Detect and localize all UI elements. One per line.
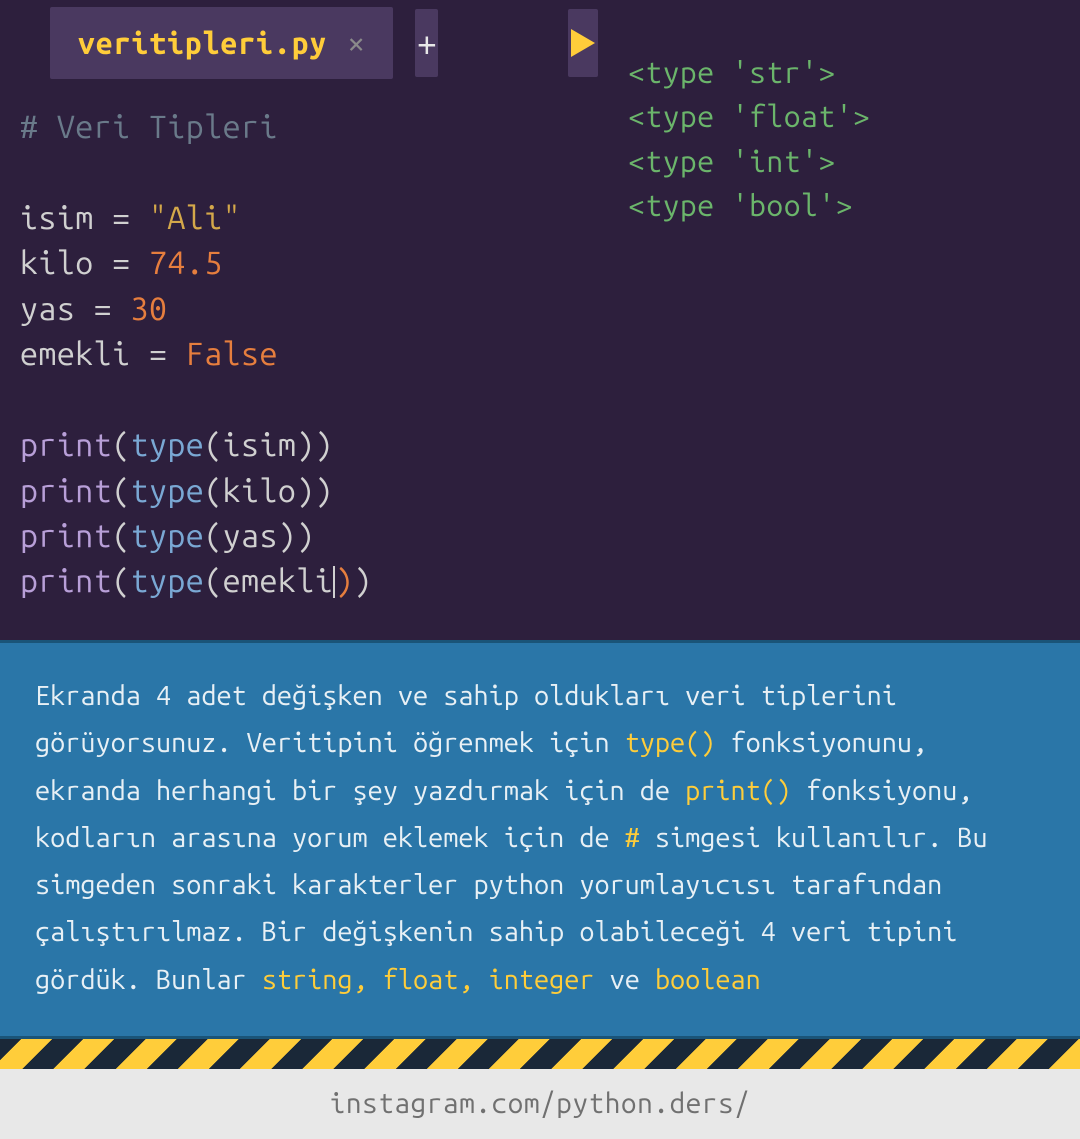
footer-link: instagram.com/python.ders/ (330, 1088, 751, 1119)
highlight-types: string, float, integer (262, 965, 595, 995)
output-panel: <type 'str'> <type 'float'> <type 'int'>… (598, 0, 1080, 640)
info-panel: Ekranda 4 adet değişken ve sahip oldukla… (0, 640, 1080, 1039)
output-line: <type 'bool'> (628, 183, 1060, 227)
code-panel: veritipleri.py × + # Veri Tipleri isim =… (0, 0, 598, 640)
new-tab-button[interactable]: + (415, 9, 438, 77)
hazard-stripe-decoration (0, 1039, 1080, 1069)
file-tab[interactable]: veritipleri.py × (50, 7, 393, 79)
plus-icon: + (417, 22, 437, 63)
tab-filename: veritipleri.py (78, 26, 327, 60)
output-line: <type 'str'> (628, 50, 1060, 94)
highlight-boolean: boolean (655, 965, 761, 995)
output-content: <type 'str'> <type 'float'> <type 'int'>… (598, 20, 1080, 248)
close-icon[interactable]: × (347, 25, 365, 61)
code-comment: # Veri Tipleri (20, 109, 278, 145)
code-content[interactable]: # Veri Tipleri isim = "Ali" kilo = 74.5 … (0, 85, 598, 625)
editor-area: veritipleri.py × + # Veri Tipleri isim =… (0, 0, 1080, 640)
output-line: <type 'float'> (628, 94, 1060, 138)
footer: instagram.com/python.ders/ (0, 1069, 1080, 1139)
play-icon (571, 29, 595, 57)
highlight-hash: # (625, 823, 640, 853)
tab-bar: veritipleri.py × + (0, 0, 598, 85)
highlight-type: type() (625, 728, 716, 758)
run-button[interactable] (568, 9, 598, 77)
highlight-print: print() (685, 776, 791, 806)
output-line: <type 'int'> (628, 139, 1060, 183)
